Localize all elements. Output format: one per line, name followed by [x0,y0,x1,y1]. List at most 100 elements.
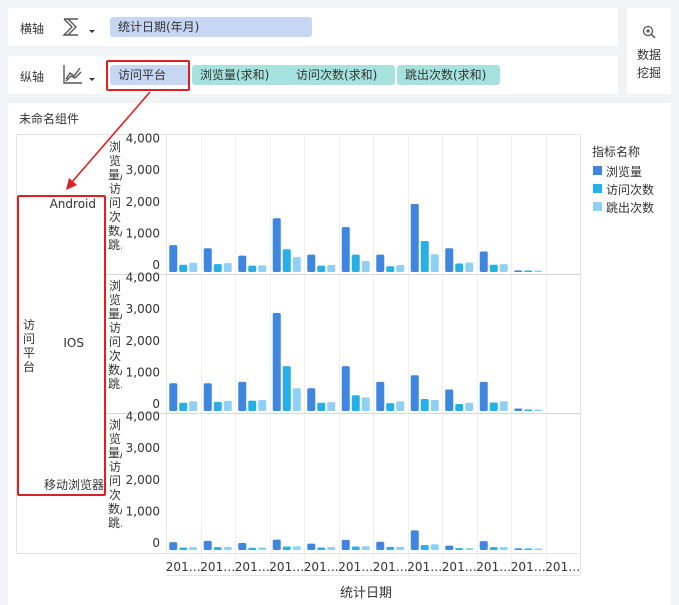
bar [238,381,247,411]
bar [386,266,395,272]
bar [396,546,405,550]
x-tick-label: 201… [442,560,477,574]
bar [282,366,291,411]
bar [317,547,326,550]
bar [341,539,350,550]
bar [292,546,301,550]
y-tick-label: 0 [152,536,160,550]
bar [238,543,247,550]
bar [341,227,350,272]
bar [410,375,419,411]
bar [223,400,232,411]
bar [489,264,498,272]
bar [534,409,543,411]
y-tick-label: 4,000 [126,132,160,146]
bar [203,248,212,272]
highlight-platform-tag [106,60,190,91]
bar [430,399,439,411]
y-axis-title-3: 浏览量/访问次数/跳… [108,418,122,530]
bar [307,254,316,272]
bar [534,270,543,272]
bar [272,539,281,550]
y-tick-label: 2,000 [126,473,160,487]
y-tick-label: 1,000 [126,504,160,518]
annotation-arrow-head [66,178,77,190]
bar [248,547,257,550]
bar [499,401,508,411]
bar [514,548,523,550]
bar [327,402,336,411]
y-tick-label: 2,000 [126,195,160,209]
y-axis-title-1: 浏览量/访问次数/跳… [108,140,122,252]
y-tick-label: 3,000 [126,302,160,316]
bar [341,366,350,411]
y-tick-label: 1,000 [126,226,160,240]
x-tick-label: 201… [269,560,304,574]
bar [465,548,474,550]
bar [489,547,498,550]
bar [223,546,232,550]
bar [282,249,291,272]
bar [307,388,316,411]
bar [534,548,543,550]
bar [455,548,464,550]
y-tick-label: 4,000 [126,271,160,285]
bar [376,381,385,411]
bar [189,401,198,411]
bar [479,251,488,272]
bar [258,265,267,272]
x-axis-title: 统计日期 [340,586,393,601]
legend-swatch-bounces [593,202,602,211]
bar [455,263,464,272]
bar [420,398,429,411]
legend-label-bounces[interactable]: 跳出次数 [606,199,654,216]
legend-label-visits[interactable]: 访问次数 [606,181,654,198]
bar [445,248,454,272]
bar [272,313,281,411]
bar [351,546,360,550]
bar [179,264,188,272]
bar [272,218,281,272]
bar [420,544,429,550]
bar [499,264,508,272]
x-tick-label: 201… [476,560,511,574]
y-axis-title-2: 浏览量/访问次数/跳… [108,279,122,391]
x-tick-label: 201… [511,560,546,574]
bar [524,270,533,272]
bar [169,542,178,550]
bar [189,262,198,272]
bar [430,254,439,272]
bar [213,264,222,272]
bar [489,402,498,411]
bar [361,397,370,411]
bar [307,543,316,550]
bar [445,545,454,550]
bar [203,540,212,550]
bar [351,254,360,272]
bar [376,254,385,272]
bar [524,548,533,550]
x-tick-label: 201… [166,560,201,574]
bar [465,262,474,272]
y-tick-label: 3,000 [126,163,160,177]
bar [292,257,301,272]
x-tick-label: 201… [235,560,270,574]
bar [317,402,326,411]
bar [282,546,291,550]
bar [317,265,326,272]
y-tick-label: 2,000 [126,334,160,348]
bar [410,204,419,272]
bar [396,265,405,272]
bar [292,388,301,411]
bar [248,400,257,411]
bar [213,547,222,550]
bar [327,547,336,550]
legend-label-pageviews[interactable]: 浏览量 [606,163,642,180]
legend-title: 指标名称 [592,145,641,159]
bar [514,270,523,272]
bar [169,383,178,411]
bar [361,546,370,550]
bar [499,547,508,550]
bar [376,541,385,550]
bar [430,544,439,550]
